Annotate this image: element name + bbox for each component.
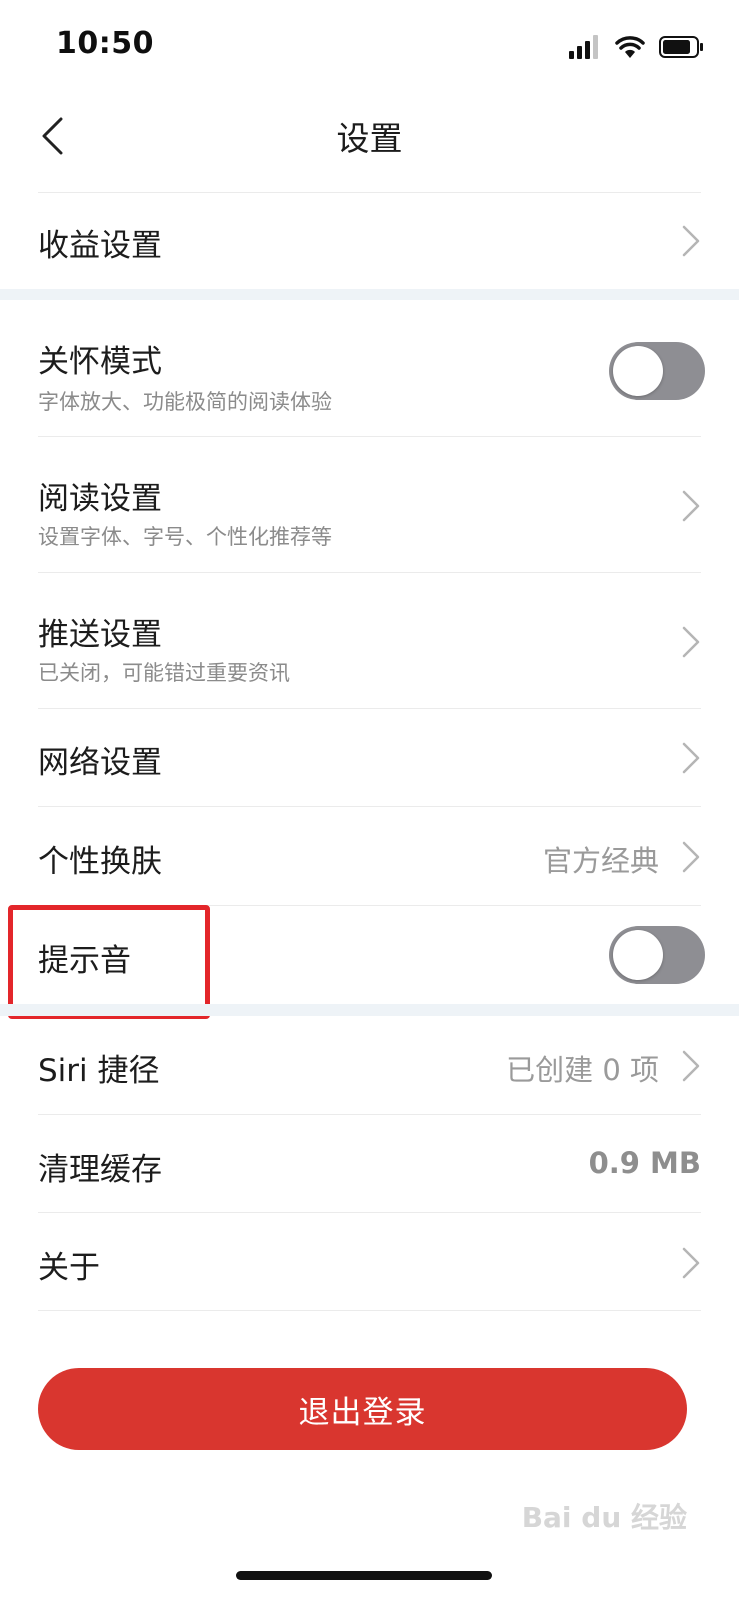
- row-title: 推送设置: [38, 617, 162, 653]
- toggle-knob: [613, 930, 663, 980]
- row-value: 官方经典: [542, 844, 659, 878]
- chevron-right-icon: [682, 742, 700, 774]
- highlight-box: [8, 905, 210, 1019]
- wifi-icon: [615, 36, 645, 58]
- row-title: 个性换肤: [38, 844, 162, 880]
- row-clear-cache[interactable]: 清理缓存 0.9 MB: [0, 1115, 739, 1212]
- chevron-right-icon: [682, 626, 700, 658]
- row-earnings-settings[interactable]: 收益设置: [0, 193, 739, 289]
- status-bar: 10:50: [0, 0, 739, 96]
- row-title: 收益设置: [38, 228, 162, 264]
- row-title: 阅读设置: [38, 481, 162, 517]
- nav-bar: 设置: [0, 96, 739, 196]
- chevron-right-icon: [682, 225, 700, 257]
- row-title: Siri 捷径: [38, 1053, 160, 1089]
- row-title: 关怀模式: [38, 344, 162, 380]
- row-subtitle: 字体放大、功能极简的阅读体验: [38, 390, 332, 414]
- signal-icon: [569, 35, 598, 59]
- row-care-mode: 关怀模式 字体放大、功能极简的阅读体验: [0, 300, 739, 436]
- row-subtitle: 设置字体、字号、个性化推荐等: [38, 525, 332, 549]
- chevron-right-icon: [682, 1050, 700, 1082]
- status-icons: [569, 34, 705, 60]
- row-value: 已创建 0 项: [506, 1053, 659, 1087]
- sound-toggle[interactable]: [609, 926, 705, 984]
- row-theme-skin[interactable]: 个性换肤 官方经典: [0, 807, 739, 905]
- row-value: 0.9 MB: [588, 1146, 701, 1180]
- logout-button[interactable]: 退出登录: [38, 1368, 687, 1450]
- chevron-right-icon: [682, 841, 700, 873]
- row-title: 关于: [38, 1250, 100, 1286]
- page-title: 设置: [336, 119, 403, 158]
- toggle-knob: [613, 346, 663, 396]
- home-indicator[interactable]: [236, 1571, 492, 1580]
- row-reading-settings[interactable]: 阅读设置 设置字体、字号、个性化推荐等: [0, 437, 739, 572]
- battery-icon: [659, 36, 703, 58]
- section-separator: [0, 1004, 739, 1016]
- chevron-right-icon: [682, 1247, 700, 1279]
- row-title: 网络设置: [38, 745, 162, 781]
- divider: [38, 1310, 701, 1311]
- section-separator: [0, 289, 739, 300]
- care-mode-toggle[interactable]: [609, 342, 705, 400]
- watermark: Bai du 经验: [521, 1501, 687, 1534]
- chevron-right-icon: [682, 490, 700, 522]
- row-about[interactable]: 关于: [0, 1213, 739, 1310]
- status-time: 10:50: [56, 26, 154, 61]
- row-title: 清理缓存: [38, 1152, 162, 1188]
- row-push-settings[interactable]: 推送设置 已关闭，可能错过重要资讯: [0, 573, 739, 708]
- row-subtitle: 已关闭，可能错过重要资讯: [38, 661, 290, 685]
- row-siri-shortcuts[interactable]: Siri 捷径 已创建 0 项: [0, 1016, 739, 1114]
- row-network-settings[interactable]: 网络设置: [0, 709, 739, 806]
